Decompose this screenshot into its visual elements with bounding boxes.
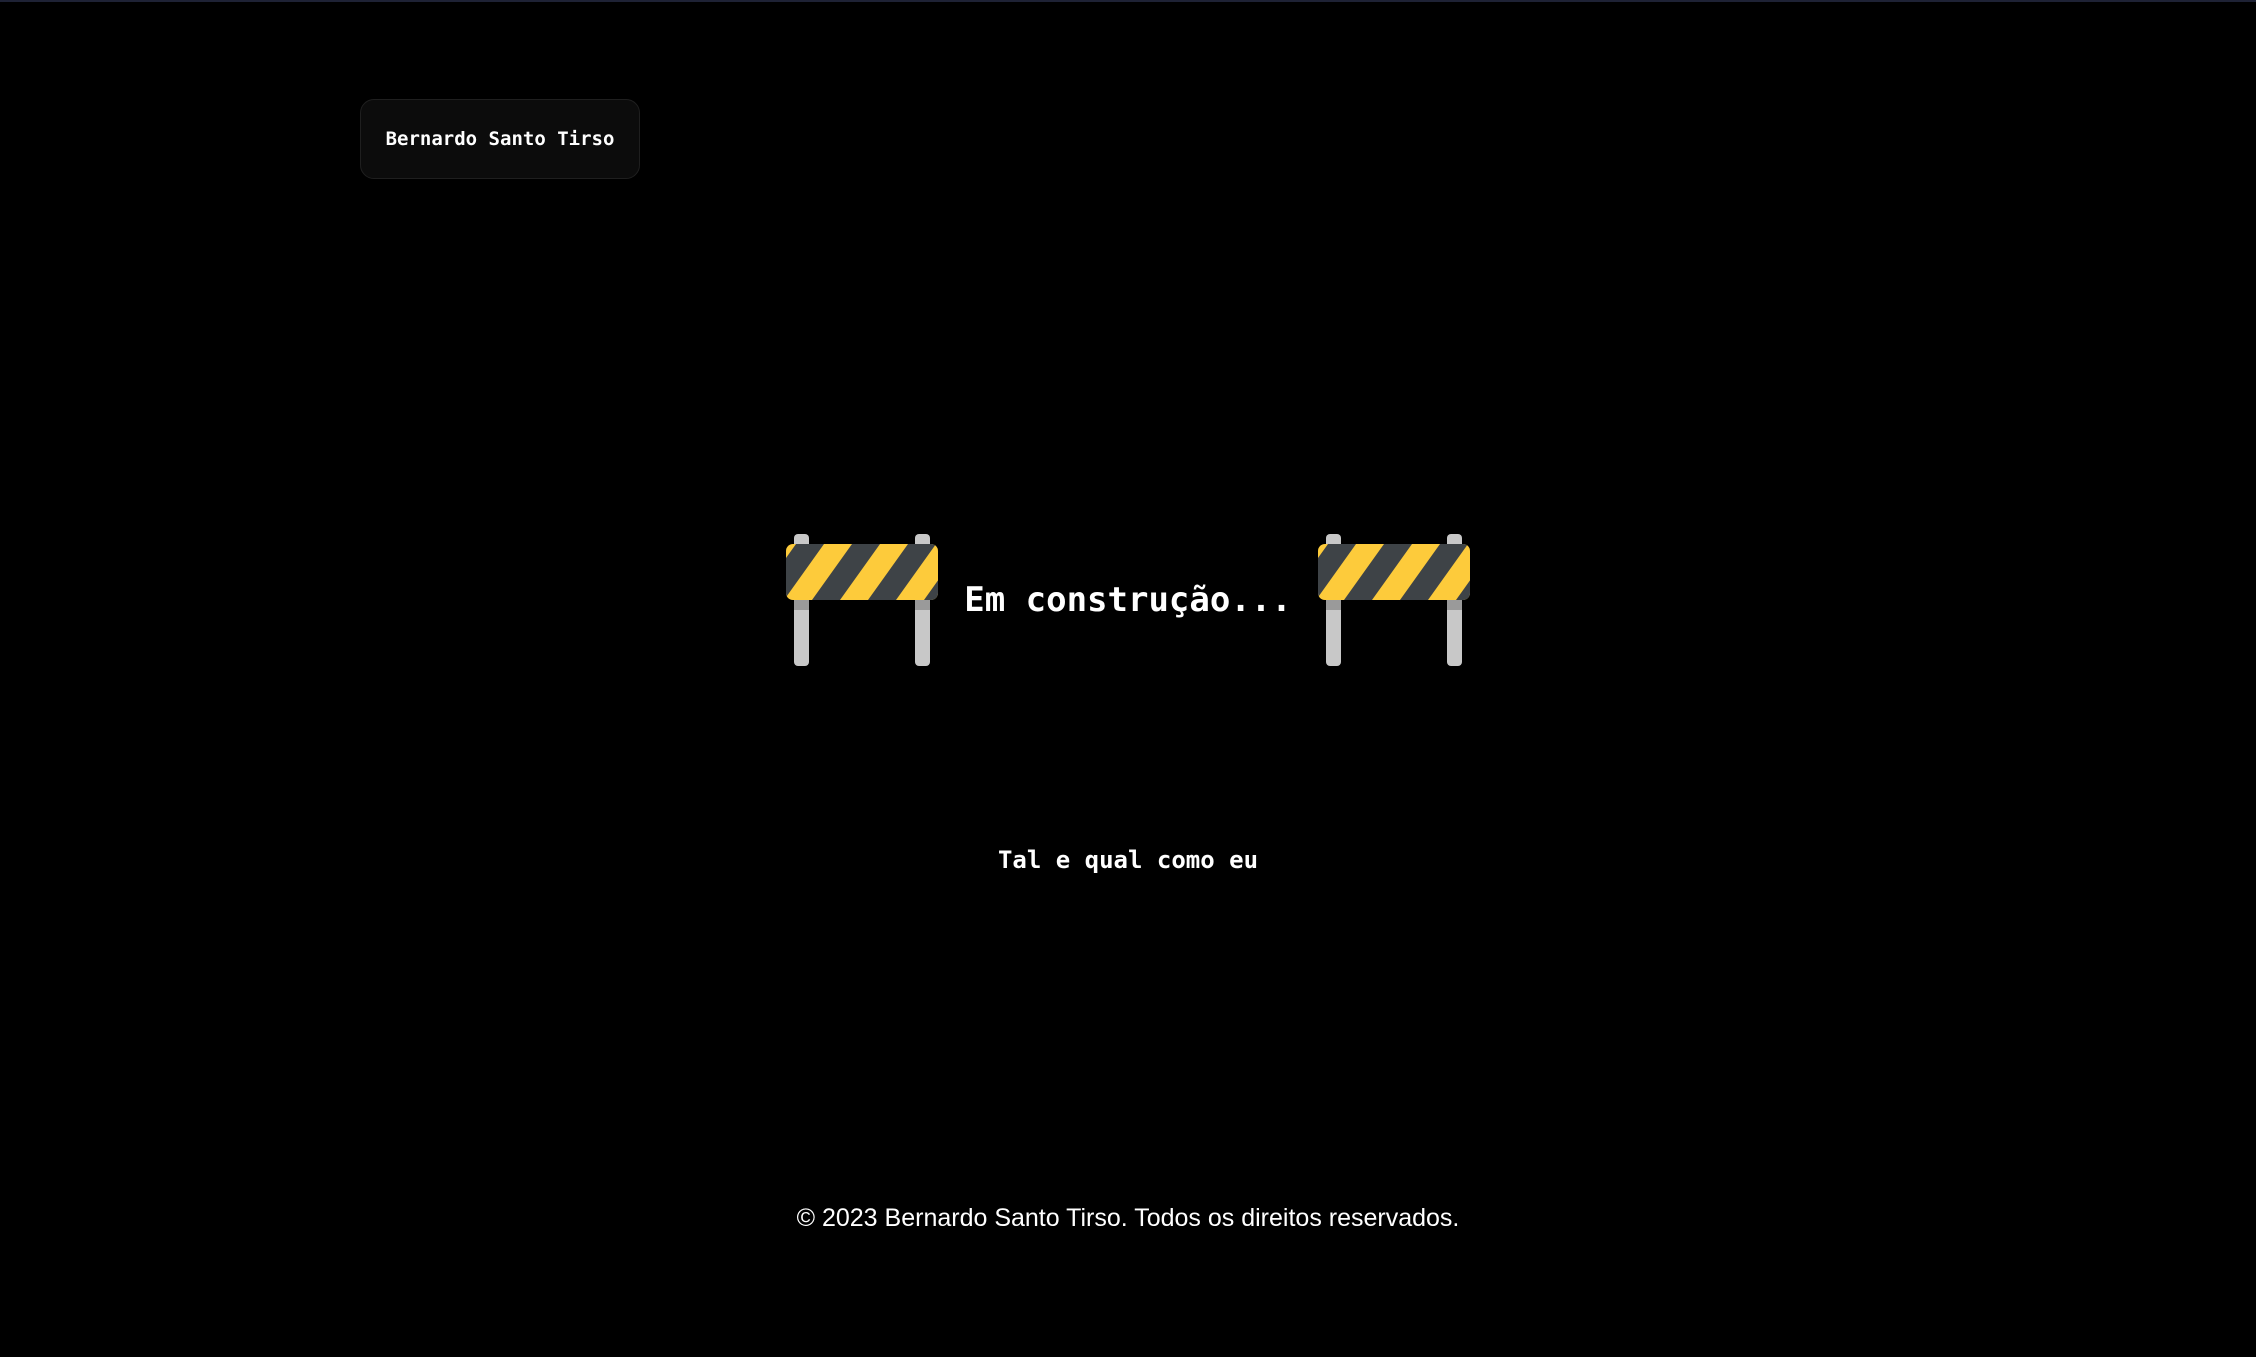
construction-barrier-icon bbox=[1317, 534, 1470, 666]
home-brand-button[interactable]: Bernardo Santo Tirso bbox=[360, 99, 640, 179]
tagline: Tal e qual como eu bbox=[997, 846, 1259, 874]
construction-barrier-icon bbox=[786, 534, 939, 666]
page-title: Em construção... bbox=[964, 580, 1292, 620]
copyright-footer: © 2023 Bernardo Santo Tirso. Todos os di… bbox=[796, 1204, 1460, 1232]
construction-banner: Em construção... bbox=[0, 534, 2256, 666]
brand-label: Bernardo Santo Tirso bbox=[385, 128, 615, 150]
